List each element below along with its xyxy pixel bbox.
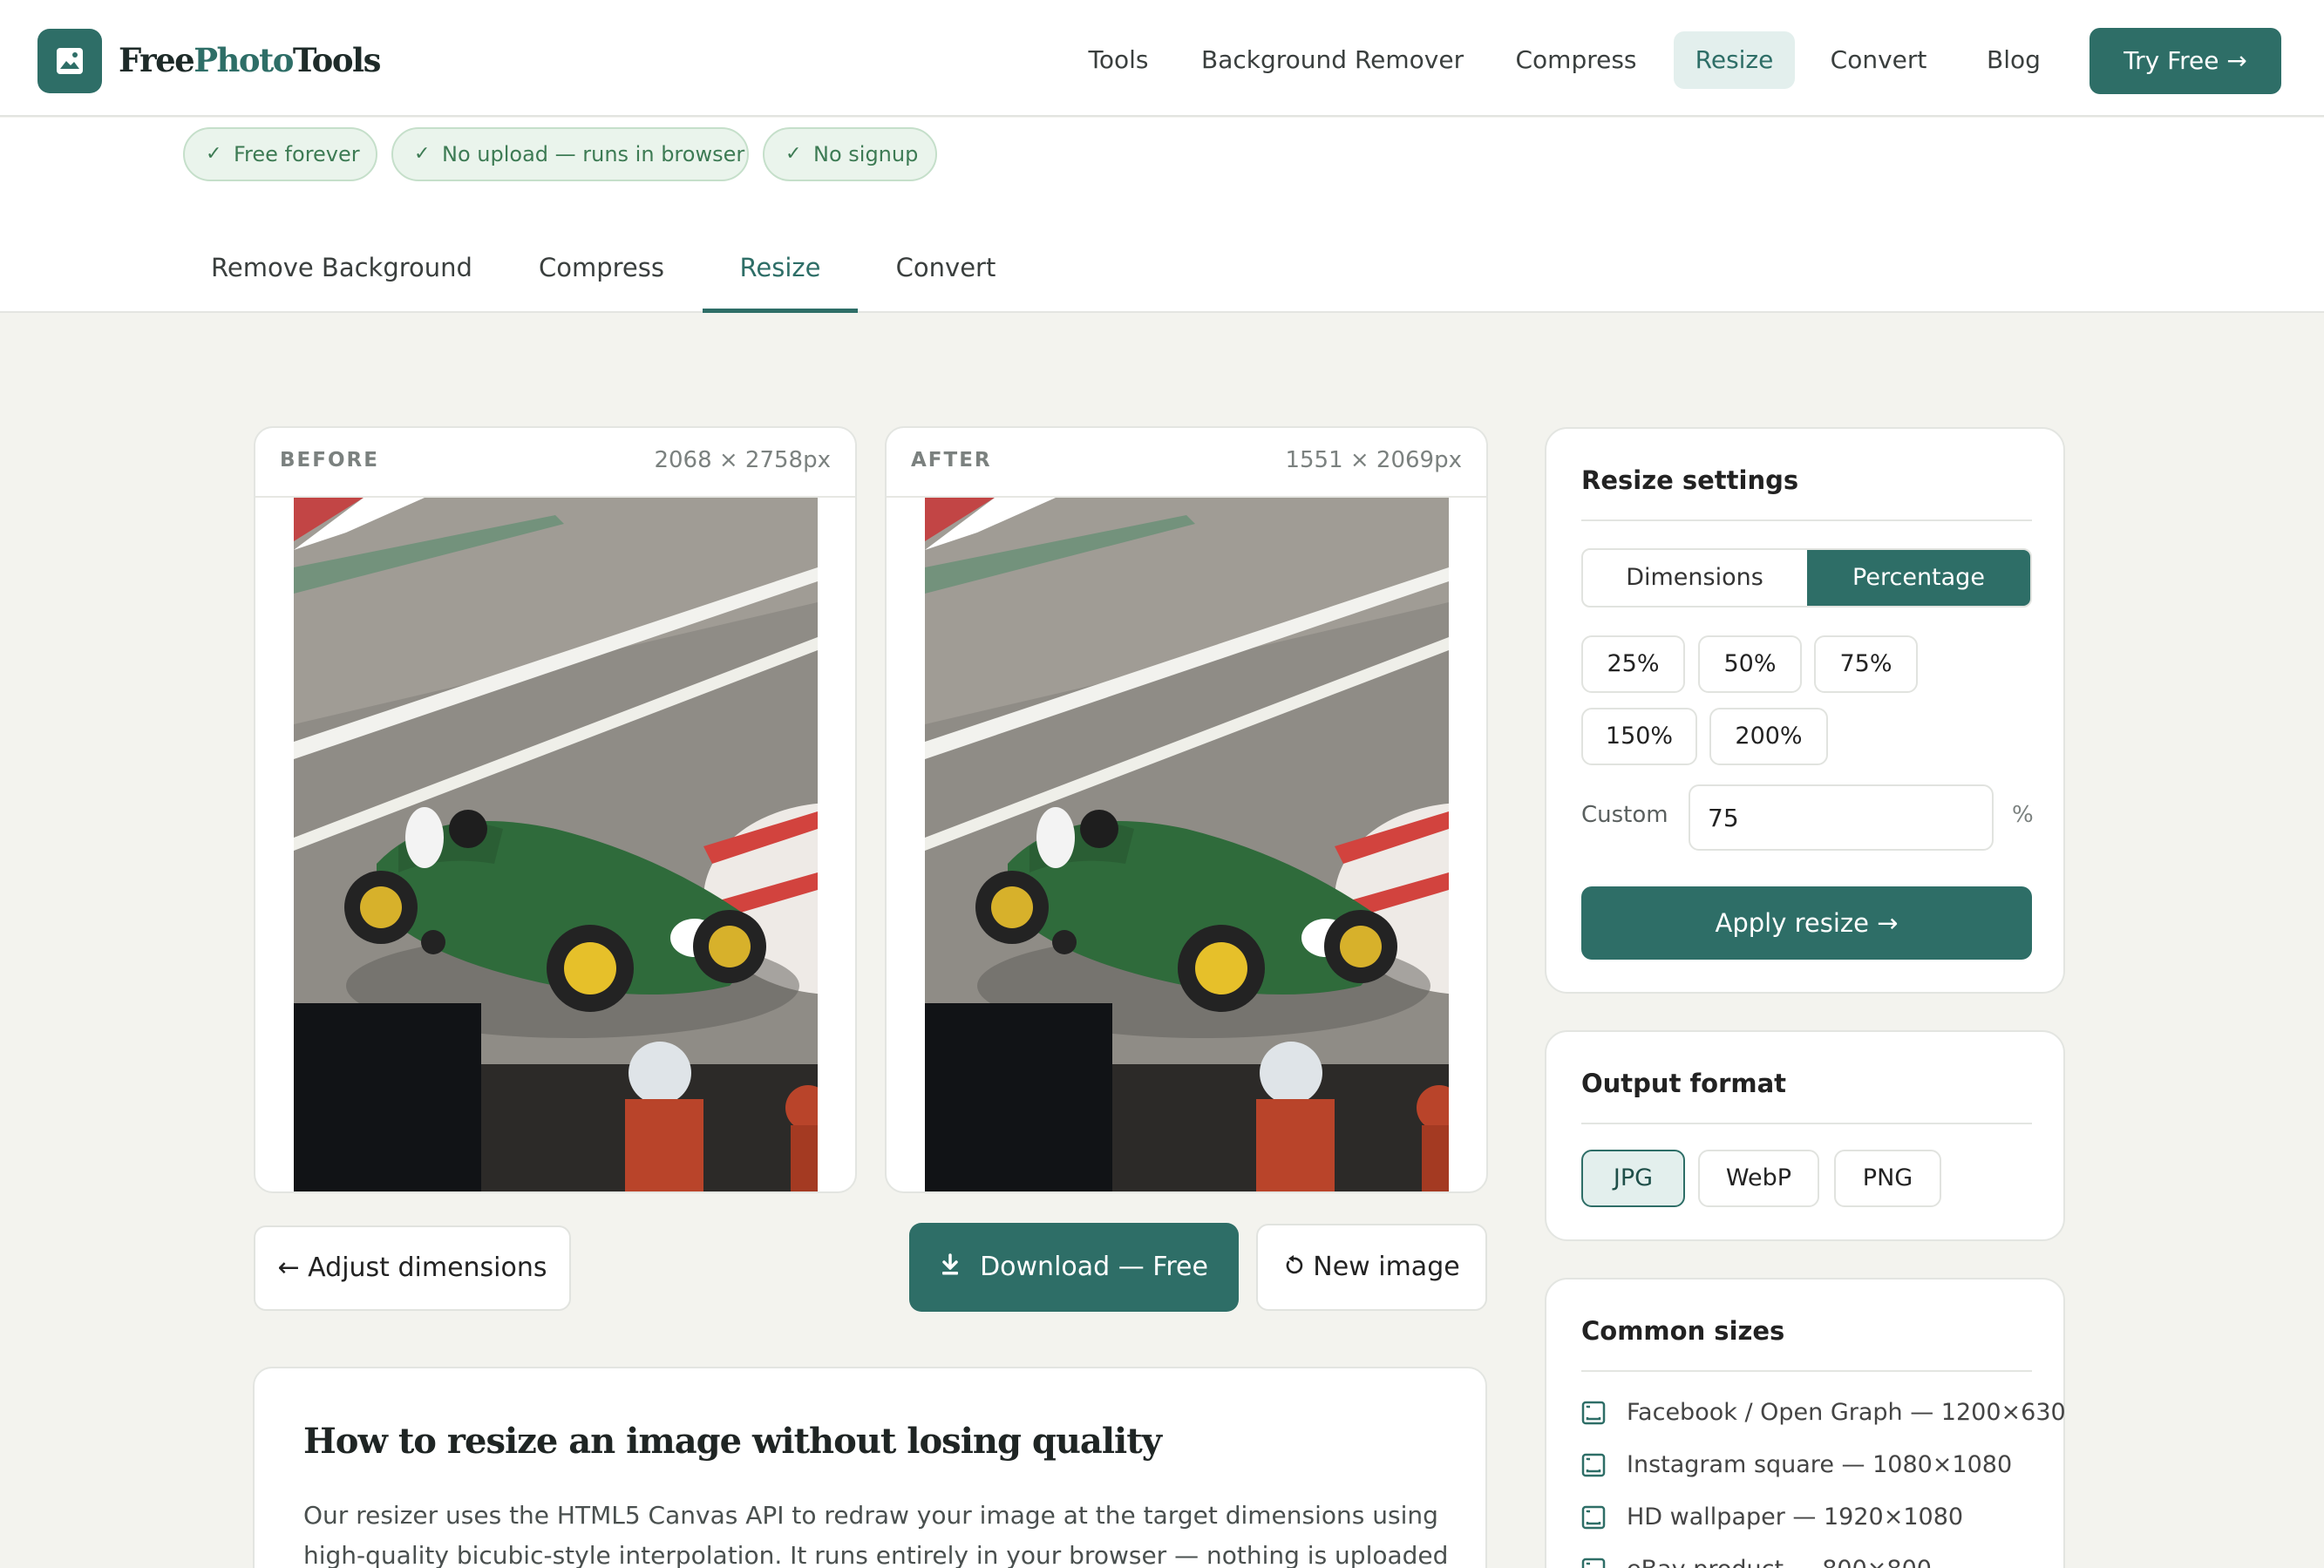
- refresh-icon: [1283, 1226, 1304, 1310]
- format-jpg[interactable]: JPG: [1581, 1150, 1685, 1207]
- image-frame-icon: [1581, 1401, 1606, 1425]
- tab-resize[interactable]: Resize: [703, 246, 858, 289]
- download-icon: [940, 1224, 961, 1313]
- tab-compress[interactable]: Compress: [520, 246, 683, 289]
- divider: [1581, 1370, 2032, 1372]
- divider: [1581, 1123, 2032, 1124]
- size-label: Facebook / Open Graph — 1200×630: [1627, 1399, 2066, 1426]
- size-hd-wallpaper[interactable]: HD wallpaper — 1920×1080: [1581, 1500, 1963, 1535]
- after-card: AFTER 1551 × 2069px: [885, 426, 1488, 1193]
- badge-no-upload: ✓ No upload — runs in browser: [391, 127, 749, 181]
- active-tab-indicator: [703, 309, 858, 313]
- preset-200[interactable]: 200%: [1709, 708, 1828, 765]
- apply-resize-button[interactable]: Apply resize →: [1581, 886, 2032, 960]
- preset-50[interactable]: 50%: [1698, 635, 1802, 693]
- how-to-article: How to resize an image without losing qu…: [253, 1367, 1487, 1568]
- before-label: BEFORE: [280, 449, 379, 472]
- logo-icon[interactable]: [37, 29, 102, 93]
- nav-background-remover[interactable]: Background Remover: [1201, 31, 1464, 89]
- after-caption: AFTER 1551 × 2069px: [887, 428, 1486, 498]
- check-icon: ✓: [206, 143, 222, 165]
- check-icon: ✓: [785, 143, 802, 165]
- after-dimensions: 1551 × 2069px: [1285, 447, 1462, 473]
- resize-settings-card: Resize settings Dimensions Percentage 25…: [1545, 427, 2065, 994]
- before-image: [294, 498, 818, 1191]
- common-sizes-card: Common sizes Facebook / Open Graph — 120…: [1545, 1278, 2066, 1568]
- image-frame-icon: [1581, 1558, 1606, 1568]
- output-format-card: Output format JPG WebP PNG: [1545, 1030, 2065, 1241]
- after-label: AFTER: [911, 449, 992, 472]
- new-image-label: New image: [1313, 1252, 1460, 1282]
- nav-convert[interactable]: Convert: [1822, 31, 1935, 89]
- badge-free-forever: ✓ Free forever: [183, 127, 377, 181]
- preset-75[interactable]: 75%: [1814, 635, 1918, 693]
- mode-percentage[interactable]: Percentage: [1807, 550, 2030, 606]
- nav-compress[interactable]: Compress: [1506, 31, 1646, 89]
- nav-resize[interactable]: Resize: [1674, 31, 1795, 89]
- custom-label: Custom: [1581, 802, 1668, 828]
- image-frame-icon: [1581, 1505, 1606, 1530]
- adjust-dimensions-button[interactable]: ← Adjust dimensions: [254, 1225, 571, 1311]
- custom-percentage-input[interactable]: [1689, 784, 1994, 851]
- article-body: Our resizer uses the HTML5 Canvas API to…: [303, 1501, 1449, 1568]
- brand-name[interactable]: FreePhotoTools: [119, 38, 381, 82]
- size-label: HD wallpaper — 1920×1080: [1627, 1504, 1964, 1531]
- preset-150[interactable]: 150%: [1581, 708, 1697, 765]
- after-image: [925, 498, 1449, 1191]
- site-header: FreePhotoTools Tools Background Remover …: [0, 0, 2324, 117]
- format-png[interactable]: PNG: [1834, 1150, 1941, 1207]
- output-format-title: Output format: [1581, 1069, 1787, 1098]
- tab-convert[interactable]: Convert: [882, 246, 1009, 289]
- size-label: eBay product — 800×800: [1627, 1556, 1932, 1568]
- size-facebook[interactable]: Facebook / Open Graph — 1200×630: [1581, 1395, 2066, 1430]
- badge-no-signup: ✓ No signup: [763, 127, 937, 181]
- preset-25[interactable]: 25%: [1581, 635, 1685, 693]
- resize-mode-toggle: Dimensions Percentage: [1581, 548, 2032, 608]
- before-dimensions: 2068 × 2758px: [654, 447, 831, 473]
- nav-tools[interactable]: Tools: [1077, 31, 1159, 89]
- common-sizes-title: Common sizes: [1581, 1316, 1785, 1346]
- size-instagram[interactable]: Instagram square — 1080×1080: [1581, 1448, 2012, 1483]
- image-frame-icon: [1581, 1453, 1606, 1477]
- download-button[interactable]: Download — Free: [909, 1223, 1239, 1312]
- resize-settings-title: Resize settings: [1581, 465, 1799, 495]
- before-card: BEFORE 2068 × 2758px: [254, 426, 857, 1193]
- tab-remove-background[interactable]: Remove Background: [200, 246, 483, 289]
- size-label: Instagram square — 1080×1080: [1627, 1451, 2013, 1478]
- download-label: Download — Free: [980, 1252, 1208, 1282]
- nav-blog[interactable]: Blog: [1979, 31, 2049, 89]
- before-caption: BEFORE 2068 × 2758px: [255, 428, 855, 498]
- format-webp[interactable]: WebP: [1698, 1150, 1819, 1207]
- divider: [1581, 519, 2032, 521]
- size-ebay[interactable]: eBay product — 800×800: [1581, 1552, 1932, 1568]
- article-title: How to resize an image without losing qu…: [303, 1421, 1162, 1462]
- mode-dimensions[interactable]: Dimensions: [1583, 550, 1806, 606]
- new-image-button[interactable]: New image: [1256, 1224, 1487, 1311]
- check-icon: ✓: [414, 143, 431, 165]
- try-free-button[interactable]: Try Free →: [2090, 28, 2281, 94]
- percent-unit: %: [2012, 802, 2034, 828]
